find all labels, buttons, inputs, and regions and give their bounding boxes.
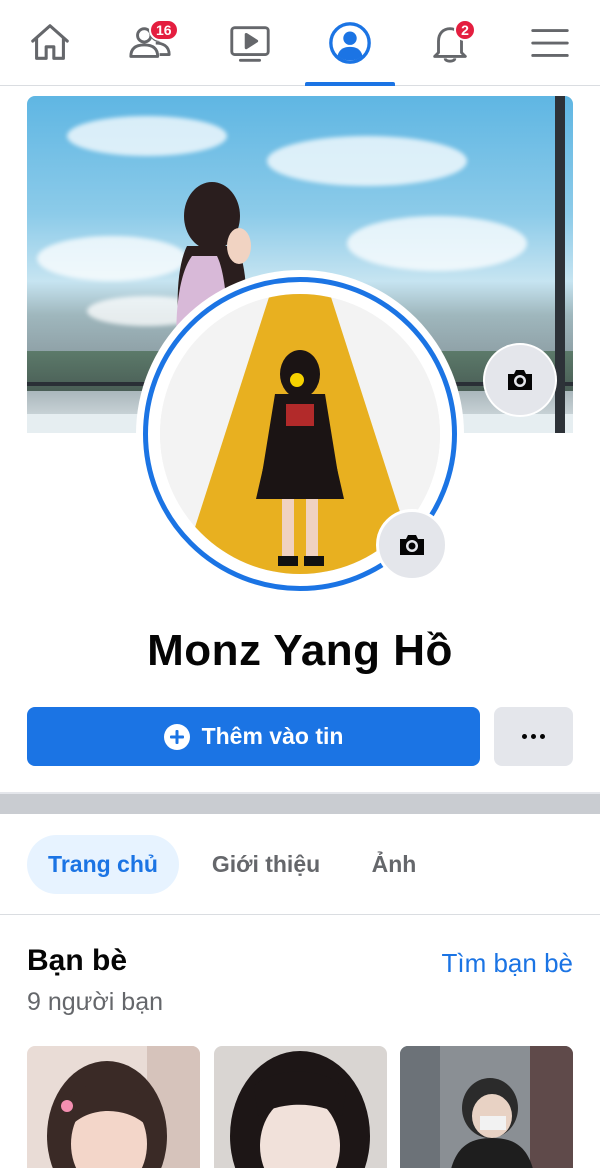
nav-menu[interactable] (500, 0, 600, 86)
friend-photo (214, 1046, 387, 1168)
profile-tabs: Trang chủ Giới thiệu Ảnh (0, 814, 600, 915)
menu-icon (531, 29, 569, 57)
profile-name: Monz Yang Hồ (147, 626, 453, 675)
nav-friends[interactable]: 16 (100, 0, 200, 86)
camera-icon (508, 370, 532, 390)
notifications-badge: 2 (454, 19, 476, 41)
tab-about[interactable]: Giới thiệu (196, 835, 336, 894)
plus-circle-icon (163, 723, 190, 750)
add-to-story-label: Thêm vào tin (201, 723, 344, 749)
friend-card[interactable] (27, 1046, 200, 1168)
friend-card[interactable] (400, 1046, 573, 1168)
cover-camera-button[interactable] (485, 345, 555, 415)
video-icon (230, 26, 270, 62)
friends-count: 9 người bạn (27, 988, 163, 1016)
more-options-button[interactable] (494, 707, 573, 766)
nav-notifications[interactable]: 2 (400, 0, 500, 86)
top-nav-bar: 16 2 (0, 0, 600, 86)
profile-icon (329, 22, 371, 64)
more-dot-icon (540, 734, 545, 739)
home-icon (31, 24, 69, 60)
tab-home[interactable]: Trang chủ (27, 835, 179, 894)
friend-photo (27, 1046, 200, 1168)
section-divider (0, 794, 600, 814)
more-dot-icon (531, 734, 536, 739)
friends-section-title: Bạn bè (27, 944, 128, 977)
add-to-story-button[interactable]: Thêm vào tin (27, 707, 480, 766)
more-dot-icon (522, 734, 527, 739)
friend-card[interactable] (214, 1046, 387, 1168)
avatar-camera-button[interactable] (376, 509, 448, 581)
friend-photo (400, 1046, 573, 1168)
find-friends-link[interactable]: Tìm bạn bè (441, 948, 573, 979)
nav-profile[interactable] (300, 0, 400, 86)
camera-icon (400, 535, 424, 555)
nav-home[interactable] (0, 0, 100, 86)
tab-photos[interactable]: Ảnh (354, 835, 434, 894)
friends-badge: 16 (149, 19, 179, 41)
nav-watch[interactable] (200, 0, 300, 86)
